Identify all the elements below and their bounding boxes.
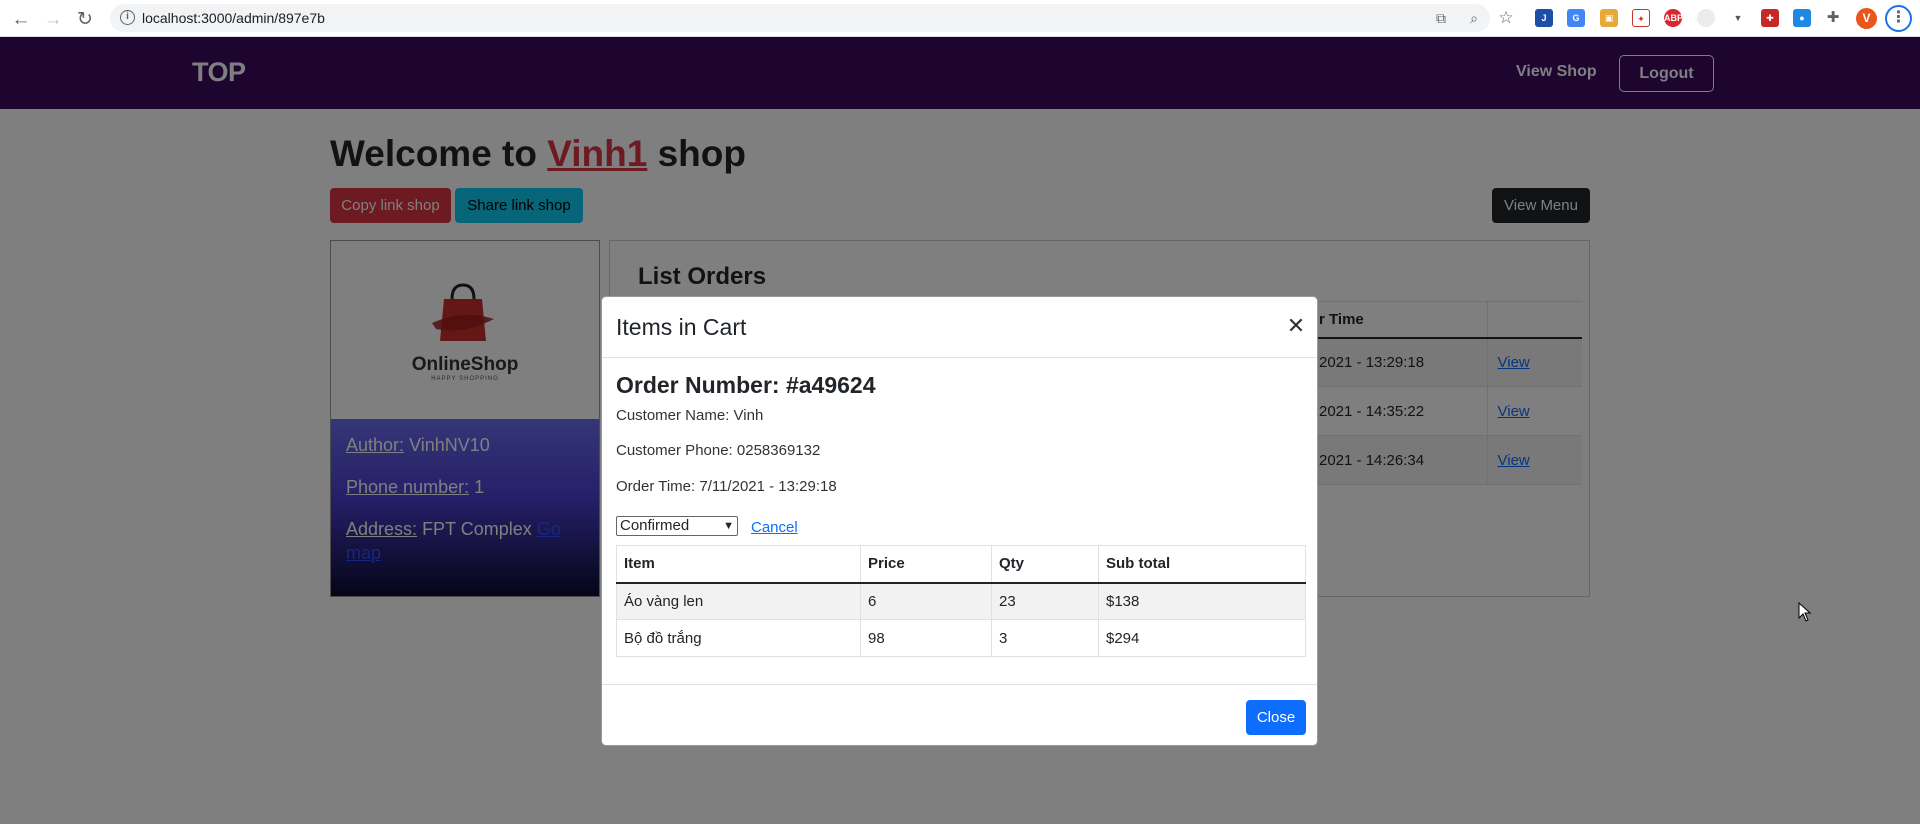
browser-toolbar: ← → ↻ i localhost:3000/admin/897e7b ⧉ ⌕ …: [0, 0, 1920, 37]
mouse-cursor-icon: [1798, 602, 1812, 622]
cart-item-subtotal: $138: [1098, 582, 1306, 620]
forward-icon[interactable]: →: [40, 6, 66, 32]
vue-devtools-icon[interactable]: ▼: [1729, 9, 1747, 27]
back-icon[interactable]: ←: [8, 6, 34, 32]
column-header-subtotal: Sub total: [1098, 545, 1306, 584]
order-time: Order Time: 7/11/2021 - 13:29:18: [616, 478, 837, 495]
modal-header: Items in Cart ✕: [602, 297, 1317, 358]
column-header-qty: Qty: [991, 545, 1099, 584]
customer-name: Customer Name: Vinh: [616, 407, 764, 424]
column-header-price: Price: [860, 545, 992, 584]
modal-footer-divider: [602, 684, 1317, 685]
modal-title: Items in Cart: [616, 314, 747, 340]
extension-icon[interactable]: ✦: [1632, 9, 1650, 27]
close-icon[interactable]: ✕: [1285, 315, 1307, 337]
table-row: Bộ đồ trắng 98 3 $294: [616, 619, 1306, 657]
cart-item-price: 98: [860, 619, 992, 657]
chevron-down-icon: ▼: [723, 520, 734, 532]
extension-icon[interactable]: ✚: [1761, 9, 1779, 27]
cart-item-name: Áo vàng len: [616, 582, 861, 620]
cart-item-subtotal: $294: [1098, 619, 1306, 657]
close-button[interactable]: Close: [1246, 700, 1306, 735]
order-number: Order Number: #a49624: [616, 372, 876, 398]
zoom-icon[interactable]: ⌕: [1466, 10, 1482, 26]
extension-j-icon[interactable]: J: [1535, 9, 1553, 27]
order-status-select[interactable]: Confirmed ▼: [616, 516, 738, 536]
cart-item-name: Bộ đồ trắng: [616, 619, 861, 657]
customer-phone: Customer Phone: 0258369132: [616, 442, 821, 459]
translate-extension-icon[interactable]: G: [1567, 9, 1585, 27]
profile-avatar[interactable]: V: [1856, 8, 1877, 29]
cart-modal: Items in Cart ✕ Order Number: #a49624 Cu…: [601, 296, 1318, 746]
address-bar[interactable]: i localhost:3000/admin/897e7b ⧉ ⌕: [110, 4, 1490, 32]
bookmark-star-icon[interactable]: ☆: [1498, 9, 1514, 26]
cart-item-qty: 3: [991, 619, 1099, 657]
extension-icon[interactable]: ▣: [1600, 9, 1618, 27]
cart-table: Item Price Qty Sub total Áo vàng len 6 2…: [616, 545, 1306, 657]
extension-icon[interactable]: ●: [1793, 9, 1811, 27]
cart-item-qty: 23: [991, 582, 1099, 620]
extensions-puzzle-icon[interactable]: ✚: [1825, 10, 1841, 26]
browser-menu-icon[interactable]: ⋮: [1885, 5, 1912, 32]
cancel-order-link[interactable]: Cancel: [751, 519, 798, 536]
column-header-item: Item: [616, 545, 861, 584]
url-text[interactable]: localhost:3000/admin/897e7b: [142, 10, 325, 26]
adblock-icon[interactable]: ABP: [1664, 9, 1683, 27]
reload-icon[interactable]: ↻: [72, 6, 98, 32]
cart-item-price: 6: [860, 582, 992, 620]
translate-icon[interactable]: ⧉: [1433, 10, 1449, 26]
extension-icon[interactable]: ◌: [1697, 9, 1715, 27]
status-selected-value: Confirmed: [620, 517, 690, 534]
site-info-icon[interactable]: i: [120, 10, 135, 25]
table-row: Áo vàng len 6 23 $138: [616, 582, 1306, 620]
